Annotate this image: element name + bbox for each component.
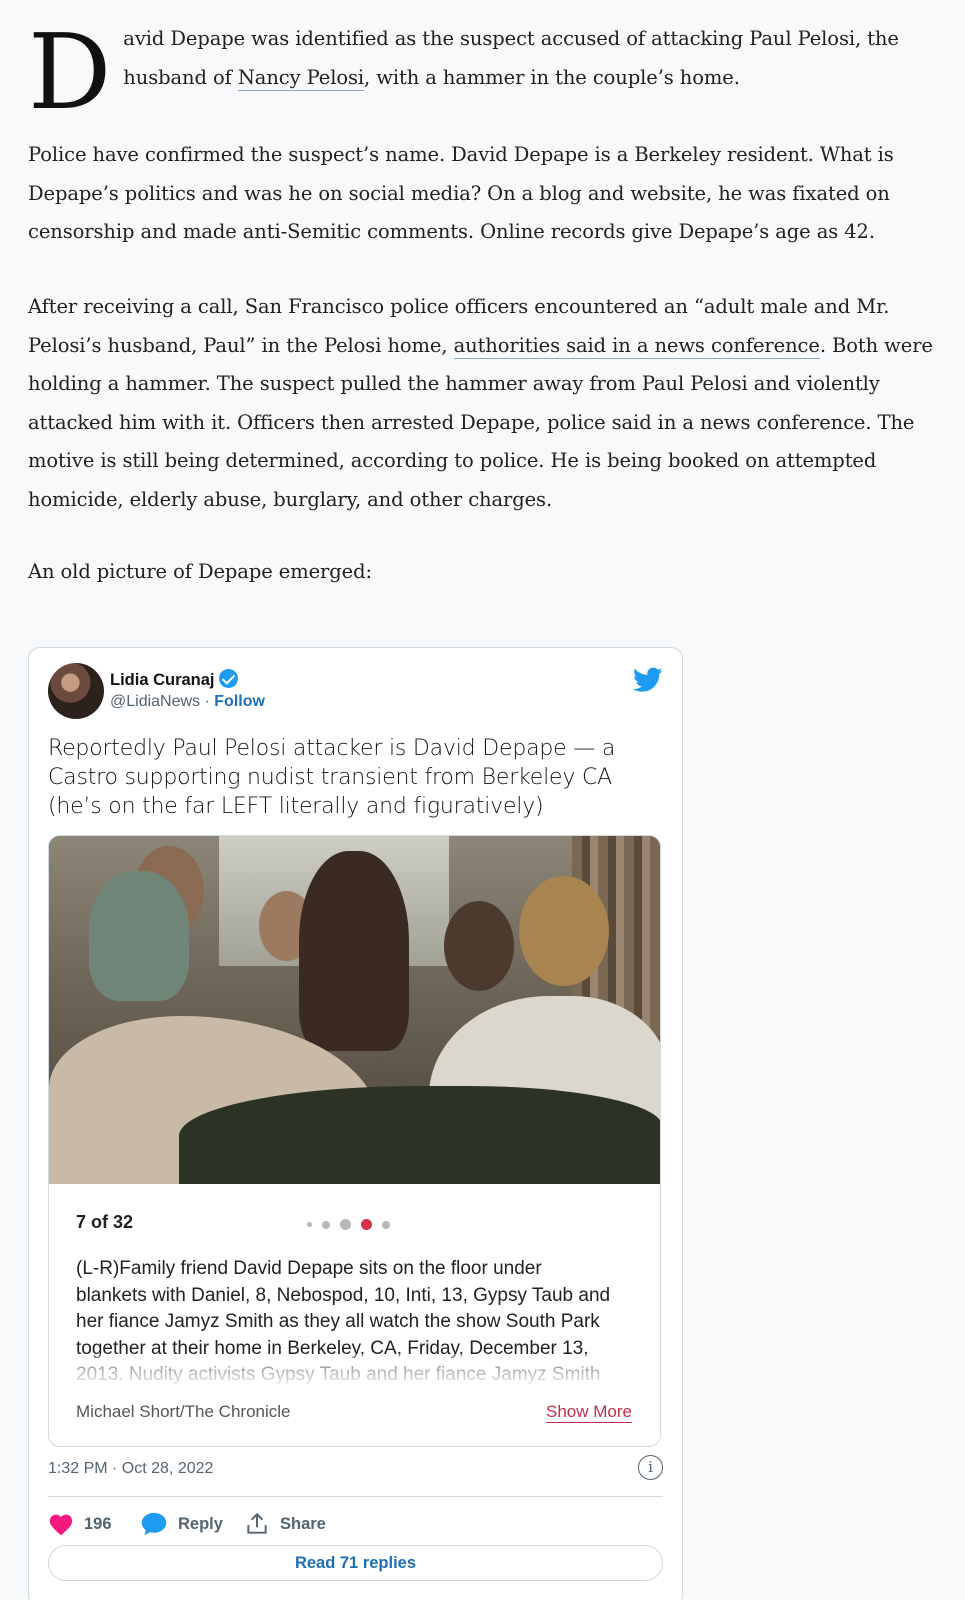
carousel-dot[interactable] [322, 1220, 330, 1229]
carousel-dot[interactable] [340, 1219, 351, 1231]
share-action[interactable]: Share [244, 1506, 326, 1542]
info-icon[interactable]: i [638, 1455, 663, 1480]
media-caption-panel: 7 of 32 (L-R)Family friend David Depape … [49, 1184, 660, 1446]
tweet-timestamp[interactable]: 1:32 PM · Oct 28, 2022 [48, 1460, 213, 1478]
read-replies-button[interactable]: Read 71 replies [48, 1545, 663, 1581]
follow-button[interactable]: Follow [214, 693, 265, 710]
share-label: Share [280, 1514, 326, 1533]
twitter-bird-icon[interactable] [633, 667, 663, 693]
like-action[interactable]: 196 [48, 1506, 112, 1542]
family-photo[interactable] [49, 836, 660, 1184]
paragraph-3-text-b: . Both were holding a hammer. The suspec… [28, 333, 933, 511]
author-handle-row: @LidiaNews · Follow [110, 693, 265, 711]
paragraph-2: Police have confirmed the suspect’s name… [28, 143, 894, 243]
carousel-dot[interactable] [307, 1222, 312, 1228]
slide-counter: 7 of 32 [76, 1212, 134, 1232]
tweet-media-card[interactable]: 7 of 32 (L-R)Family friend David Depape … [48, 835, 661, 1447]
author-handle[interactable]: @LidiaNews [110, 693, 200, 710]
paragraph-1-text-b: , with a hammer in the couple’s home. [364, 65, 740, 89]
share-icon [247, 1512, 267, 1534]
reply-action[interactable]: Reply [140, 1506, 223, 1542]
tweet-text: Reportedly Paul Pelosi attacker is David… [48, 736, 616, 819]
carousel-dot-active[interactable] [361, 1219, 372, 1231]
handle-separator: · [200, 693, 215, 710]
reply-label: Reply [178, 1514, 223, 1533]
show-more-link[interactable]: Show More [546, 1402, 632, 1423]
avatar[interactable] [48, 663, 104, 719]
photo-credit: Michael Short/The Chronicle [76, 1402, 291, 1421]
embedded-tweet: Lidia Curanaj @LidiaNews · Follow Report… [28, 647, 683, 1600]
heart-icon [49, 1514, 73, 1536]
like-count: 196 [84, 1514, 112, 1533]
carousel-dots[interactable] [307, 1216, 400, 1231]
author-name[interactable]: Lidia Curanaj [110, 671, 215, 689]
paragraph-4: An old picture of Depape emerged: [28, 560, 372, 583]
paragraph-1: D avid Depape was identified as the susp… [28, 11, 950, 133]
carousel-dot[interactable] [382, 1220, 390, 1229]
nancy-pelosi-link[interactable]: Nancy Pelosi [237, 65, 364, 91]
author-name-row: Lidia Curanaj [110, 669, 238, 690]
drop-cap: D [28, 11, 112, 133]
paragraph-3: After receiving a call, San Francisco po… [28, 288, 933, 519]
tweet-divider [48, 1496, 663, 1497]
verified-badge-icon [218, 669, 238, 688]
reply-bubble-icon [141, 1512, 167, 1536]
tweet-header: Lidia Curanaj @LidiaNews · Follow [48, 663, 663, 721]
news-conference-link[interactable]: authorities said in a news conference [453, 333, 820, 359]
